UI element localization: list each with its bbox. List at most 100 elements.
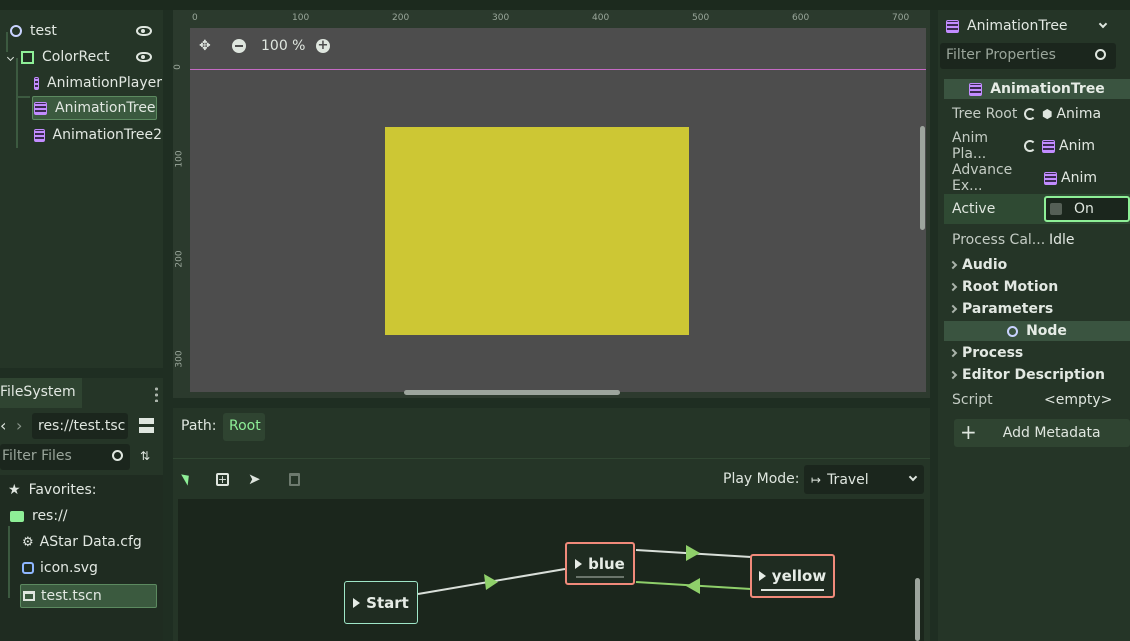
horizontal-scrollbar[interactable] bbox=[404, 390, 620, 395]
section-label: Audio bbox=[962, 257, 1008, 273]
play-mode-select[interactable]: ↦ Travel bbox=[804, 465, 924, 494]
state-progress-bar bbox=[761, 589, 824, 591]
play-mode-label: Play Mode: bbox=[723, 471, 800, 487]
center-view-icon[interactable]: ✥ bbox=[199, 38, 211, 54]
view-toggle-icon[interactable] bbox=[139, 418, 154, 433]
tree-node-colorrect[interactable]: ColorRect bbox=[6, 45, 160, 69]
transition-arrow[interactable] bbox=[686, 578, 700, 594]
animation-tree-icon bbox=[34, 101, 47, 115]
property-advance-expression[interactable]: Advance Ex... Anim bbox=[944, 162, 1130, 194]
back-arrow-icon[interactable]: ‹ bbox=[0, 416, 12, 436]
filter-files-input[interactable]: Filter Files bbox=[0, 444, 130, 470]
tab-filesystem[interactable]: FileSystem bbox=[0, 378, 82, 408]
ruler-tick-label: 0 bbox=[172, 64, 183, 70]
section-editor-description[interactable]: Editor Description bbox=[944, 364, 1130, 386]
property-value[interactable]: Anima bbox=[1056, 106, 1101, 122]
create-node-icon[interactable]: + bbox=[216, 473, 229, 486]
gear-icon: ⚙ bbox=[22, 534, 34, 550]
animation-tree-icon bbox=[946, 19, 959, 33]
state-node-yellow[interactable]: yellow bbox=[750, 554, 835, 598]
zoom-level[interactable]: 100 % bbox=[261, 38, 305, 54]
add-metadata-button[interactable]: + Add Metadata bbox=[954, 419, 1130, 447]
active-checkbox[interactable]: On bbox=[1044, 196, 1130, 222]
path-label: Path: bbox=[181, 418, 217, 434]
filesystem-path-input[interactable]: res://test.tsc bbox=[32, 413, 128, 439]
chevron-right-icon bbox=[948, 348, 958, 358]
ruler-tick-label: 400 bbox=[592, 13, 610, 23]
tree-node-animationtree2[interactable]: AnimationTree2 bbox=[34, 123, 162, 147]
property-process-callback[interactable]: Process Cal... Idle bbox=[944, 225, 1130, 255]
file-tree bbox=[0, 475, 163, 641]
favorites-row[interactable]: ★ Favorites: bbox=[8, 482, 97, 498]
tree-node-animationtree[interactable]: AnimationTree bbox=[32, 96, 157, 120]
tree-node-test[interactable]: test bbox=[10, 19, 160, 43]
section-root-motion[interactable]: Root Motion bbox=[944, 276, 1130, 298]
connect-transition-icon[interactable]: ➤ bbox=[248, 470, 261, 488]
file-item-icon-svg[interactable]: icon.svg bbox=[22, 560, 98, 576]
tree-node-label: AnimationTree2 bbox=[52, 127, 162, 143]
vertical-scrollbar[interactable] bbox=[920, 126, 925, 230]
file-item-test-tscn[interactable]: test.tscn bbox=[20, 584, 157, 608]
res-root-row[interactable]: res:// bbox=[0, 508, 68, 524]
section-parameters[interactable]: Parameters bbox=[944, 298, 1130, 320]
sort-icon[interactable]: ⇅ bbox=[140, 449, 154, 463]
property-value[interactable]: Anim bbox=[1059, 138, 1095, 154]
tree-node-label: AnimationTree bbox=[55, 100, 156, 116]
chevron-down-icon bbox=[908, 472, 918, 482]
axis-guide-line bbox=[190, 69, 926, 70]
tree-node-label: AnimationPlayer bbox=[47, 75, 162, 91]
file-label: AStar Data.cfg bbox=[39, 534, 142, 550]
transition-arrow[interactable] bbox=[484, 574, 498, 590]
tree-line bbox=[16, 96, 30, 98]
property-anim-player[interactable]: Anim Pla... Anim bbox=[944, 130, 1130, 162]
chevron-right-icon bbox=[948, 304, 958, 314]
state-node-blue[interactable]: blue bbox=[565, 542, 635, 585]
property-label: Advance Ex... bbox=[952, 162, 1013, 194]
state-label: Start bbox=[366, 593, 409, 612]
zoom-out-button[interactable] bbox=[232, 39, 246, 53]
zoom-in-button[interactable]: + bbox=[316, 39, 330, 53]
section-process[interactable]: Process bbox=[944, 342, 1130, 364]
play-icon bbox=[758, 571, 766, 581]
property-value[interactable]: Anim bbox=[1061, 170, 1097, 186]
checkbox-icon bbox=[1050, 203, 1062, 215]
property-tree-root[interactable]: Tree Root ⬢ Anima bbox=[944, 99, 1130, 129]
ruler-tick-label: 100 bbox=[174, 150, 185, 168]
transition-arrow[interactable] bbox=[686, 545, 700, 561]
ruler-tick-label: 500 bbox=[692, 13, 710, 23]
graph-vertical-scrollbar[interactable] bbox=[915, 578, 920, 641]
travel-icon: ↦ bbox=[811, 472, 822, 487]
favorites-label: Favorites: bbox=[28, 482, 97, 498]
animation-player-icon bbox=[34, 76, 40, 90]
chevron-down-icon bbox=[1098, 19, 1108, 29]
revert-icon[interactable] bbox=[1024, 140, 1036, 152]
path-root-button[interactable]: Root bbox=[223, 413, 265, 441]
dock-menu-icon[interactable] bbox=[155, 386, 158, 402]
visibility-eye-icon[interactable] bbox=[136, 26, 152, 36]
property-value[interactable]: Idle bbox=[1049, 232, 1075, 248]
inspector-node-selector[interactable]: AnimationTree bbox=[940, 12, 1116, 40]
scene-file-icon bbox=[23, 591, 35, 601]
svg-file-icon bbox=[22, 562, 34, 574]
property-active[interactable]: Active On bbox=[944, 194, 1130, 224]
chevron-right-icon bbox=[948, 282, 958, 292]
forward-arrow-icon[interactable]: › bbox=[16, 416, 28, 436]
property-label: Script bbox=[952, 392, 993, 408]
filter-properties-input[interactable]: Filter Properties bbox=[940, 43, 1116, 69]
state-node-start[interactable]: Start bbox=[344, 581, 418, 624]
expand-chevron-icon[interactable] bbox=[6, 53, 15, 61]
visibility-eye-icon[interactable] bbox=[136, 52, 152, 62]
plus-icon: + bbox=[960, 420, 977, 444]
delete-trash-icon[interactable] bbox=[289, 473, 300, 486]
play-icon bbox=[575, 558, 583, 569]
file-item-astar[interactable]: ⚙ AStar Data.cfg bbox=[22, 534, 142, 550]
property-label: Tree Root bbox=[952, 106, 1018, 122]
colorrect-icon bbox=[21, 50, 34, 64]
tree-node-animationplayer[interactable]: AnimationPlayer bbox=[34, 71, 162, 95]
revert-icon[interactable] bbox=[1024, 108, 1036, 120]
section-audio[interactable]: Audio bbox=[944, 254, 1130, 276]
vertical-ruler: 0 100 200 300 bbox=[173, 28, 190, 398]
color-rect-yellow[interactable] bbox=[385, 127, 689, 335]
property-script[interactable]: Script <empty> bbox=[944, 385, 1130, 415]
property-value[interactable]: <empty> bbox=[1044, 392, 1112, 408]
